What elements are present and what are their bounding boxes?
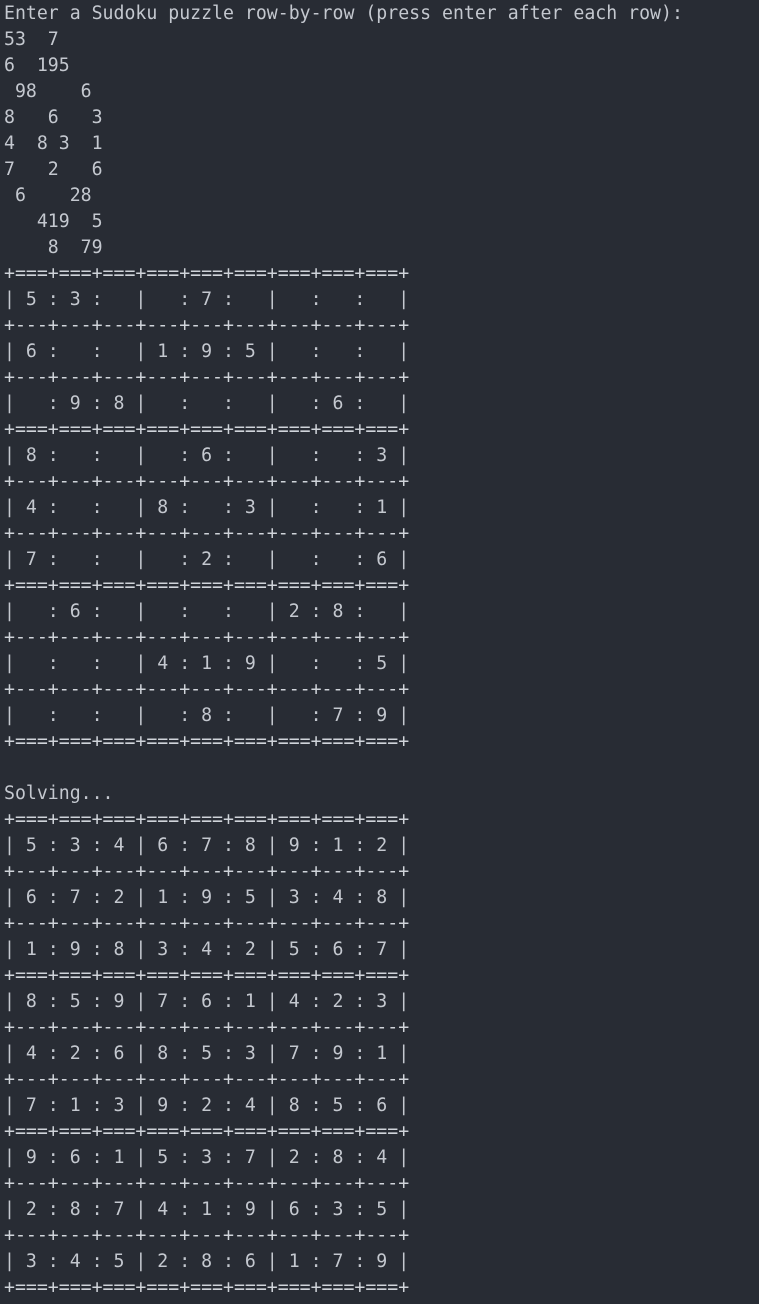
solved-grid-row: | 4 : 2 : 6 | 8 : 5 : 3 | 7 : 9 : 1 | xyxy=(4,1043,410,1064)
unsolved-grid-border-thick: +===+===+===+===+===+===+===+===+===+ xyxy=(4,419,410,440)
solved-grid-row: | 2 : 8 : 7 | 4 : 1 : 9 | 6 : 3 : 5 | xyxy=(4,1199,410,1220)
unsolved-grid-border-thin: +---+---+---+---+---+---+---+---+---+ xyxy=(4,523,410,544)
input-row: 7 2 6 xyxy=(4,159,103,180)
solved-grid-border-thin: +---+---+---+---+---+---+---+---+---+ xyxy=(4,861,410,882)
solved-grid-border-thick: +===+===+===+===+===+===+===+===+===+ xyxy=(4,965,410,986)
unsolved-grid-row: | : : | : 8 : | : 7 : 9 | xyxy=(4,705,410,726)
solved-grid-row: | 7 : 1 : 3 | 9 : 2 : 4 | 8 : 5 : 6 | xyxy=(4,1095,410,1116)
solved-grid-border-thick: +===+===+===+===+===+===+===+===+===+ xyxy=(4,809,410,830)
unsolved-grid-row: | 8 : : | : 6 : | : : 3 | xyxy=(4,445,410,466)
unsolved-grid-border-thin: +---+---+---+---+---+---+---+---+---+ xyxy=(4,471,410,492)
prompt-line: Enter a Sudoku puzzle row-by-row (press … xyxy=(4,3,683,24)
unsolved-grid-border-thin: +---+---+---+---+---+---+---+---+---+ xyxy=(4,627,410,648)
unsolved-grid-border-thick: +===+===+===+===+===+===+===+===+===+ xyxy=(4,731,410,752)
input-row: 419 5 xyxy=(4,211,103,232)
input-row: 53 7 xyxy=(4,29,59,50)
input-row: 98 6 xyxy=(4,81,92,102)
solved-grid-row: | 3 : 4 : 5 | 2 : 8 : 6 | 1 : 7 : 9 | xyxy=(4,1251,410,1272)
unsolved-grid-border-thin: +---+---+---+---+---+---+---+---+---+ xyxy=(4,315,410,336)
input-row: 6 195 xyxy=(4,55,70,76)
solved-grid-row: | 8 : 5 : 9 | 7 : 6 : 1 | 4 : 2 : 3 | xyxy=(4,991,410,1012)
input-row: 6 28 xyxy=(4,185,92,206)
unsolved-grid-row: | : 6 : | : : | 2 : 8 : | xyxy=(4,601,410,622)
status-message: Solving... xyxy=(4,783,114,804)
solved-grid-border-thick: +===+===+===+===+===+===+===+===+===+ xyxy=(4,1121,410,1142)
solved-grid-border-thin: +---+---+---+---+---+---+---+---+---+ xyxy=(4,1017,410,1038)
solved-grid-row: | 6 : 7 : 2 | 1 : 9 : 5 | 3 : 4 : 8 | xyxy=(4,887,410,908)
terminal-output: Enter a Sudoku puzzle row-by-row (press … xyxy=(4,1,759,1301)
solved-grid-row: | 9 : 6 : 1 | 5 : 3 : 7 | 2 : 8 : 4 | xyxy=(4,1147,410,1168)
unsolved-grid-row: | 7 : : | : 2 : | : : 6 | xyxy=(4,549,410,570)
unsolved-grid-border-thick: +===+===+===+===+===+===+===+===+===+ xyxy=(4,575,410,596)
solved-grid-row: | 1 : 9 : 8 | 3 : 4 : 2 | 5 : 6 : 7 | xyxy=(4,939,410,960)
unsolved-grid-row: | 6 : : | 1 : 9 : 5 | : : | xyxy=(4,341,410,362)
input-row: 8 6 3 xyxy=(4,107,103,128)
unsolved-grid-row: | 4 : : | 8 : : 3 | : : 1 | xyxy=(4,497,410,518)
solved-grid-border-thin: +---+---+---+---+---+---+---+---+---+ xyxy=(4,1069,410,1090)
solved-grid-border-thin: +---+---+---+---+---+---+---+---+---+ xyxy=(4,913,410,934)
unsolved-grid-row: | 5 : 3 : | : 7 : | : : | xyxy=(4,289,410,310)
input-row: 8 79 xyxy=(4,237,103,258)
solved-grid-row: | 5 : 3 : 4 | 6 : 7 : 8 | 9 : 1 : 2 | xyxy=(4,835,410,856)
solved-grid-border-thick: +===+===+===+===+===+===+===+===+===+ xyxy=(4,1277,410,1298)
solved-grid-border-thin: +---+---+---+---+---+---+---+---+---+ xyxy=(4,1225,410,1246)
unsolved-grid-border-thick: +===+===+===+===+===+===+===+===+===+ xyxy=(4,263,410,284)
unsolved-grid-border-thin: +---+---+---+---+---+---+---+---+---+ xyxy=(4,679,410,700)
unsolved-grid-row: | : 9 : 8 | : : | : 6 : | xyxy=(4,393,410,414)
unsolved-grid-row: | : : | 4 : 1 : 9 | : : 5 | xyxy=(4,653,410,674)
input-row: 4 8 3 1 xyxy=(4,133,103,154)
solved-grid-border-thin: +---+---+---+---+---+---+---+---+---+ xyxy=(4,1173,410,1194)
unsolved-grid-border-thin: +---+---+---+---+---+---+---+---+---+ xyxy=(4,367,410,388)
